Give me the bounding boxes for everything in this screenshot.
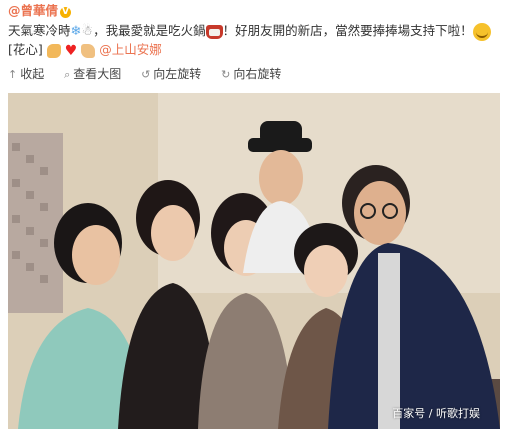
rotate-left-button[interactable]: ↺ 向左旋转 <box>141 67 201 81</box>
clap-icon <box>81 43 96 58</box>
rotate-right-icon: ↻ <box>221 68 231 81</box>
crying-face-icon <box>472 22 491 41</box>
snowflake-icon: ❄ <box>70 23 82 39</box>
collapse-icon: ↑ <box>8 68 18 81</box>
post-text-part2: ，我最愛就是吃火鍋 <box>93 23 206 38</box>
rotate-left-label: 向左旋转 <box>153 67 202 81</box>
hotpot-icon <box>205 24 223 39</box>
image-toolbar: ↑ 收起 ⌕ 查看大图 ↺ 向左旋转 ↻ 向右旋转 <box>8 64 297 84</box>
verified-badge-icon: V <box>60 7 72 18</box>
weibo-post: @曾華倩 V 天氣寒冷時❄☃，我最愛就是吃火鍋 ！好朋友開的新店，當然要捧捧場支持下… <box>0 0 509 432</box>
view-large-label: 查看大图 <box>73 67 122 81</box>
collapse-button[interactable]: ↑ 收起 <box>8 67 44 81</box>
rotate-right-label: 向右旋转 <box>233 67 282 81</box>
heart-icon: ♥ <box>64 42 78 59</box>
rotate-right-button[interactable]: ↻ 向右旋转 <box>221 67 281 81</box>
post-text: 天氣寒冷時❄☃，我最愛就是吃火鍋 ！好朋友開的新店，當然要捧捧場支持下啦！ <box>8 21 503 41</box>
post-text-part1: 天氣寒冷時 <box>8 23 71 38</box>
post-text-part3: ！好朋友開的新店，當然要捧捧場支持下啦！ <box>222 23 473 38</box>
group-photo-illustration <box>8 93 500 429</box>
view-large-button[interactable]: ⌕ 查看大图 <box>64 67 121 81</box>
post-header: @曾華倩 V <box>8 3 72 19</box>
magnifier-icon: ⌕ <box>64 68 71 81</box>
tag-text: [花心] <box>8 42 43 57</box>
group-photo[interactable]: 百家号 / 听歌打娱 <box>8 93 500 429</box>
author-link[interactable]: @曾華倩 <box>8 3 58 18</box>
muscle-icon <box>46 43 61 58</box>
watermark: 百家号 / 听歌打娱 <box>392 407 480 420</box>
snowman-icon: ☃ <box>81 23 94 39</box>
collapse-label: 收起 <box>20 67 45 81</box>
mention-link[interactable]: @上山安娜 <box>99 42 162 57</box>
post-tags: [花心] ♥ @上山安娜 <box>8 41 162 59</box>
rotate-left-icon: ↺ <box>141 68 151 81</box>
